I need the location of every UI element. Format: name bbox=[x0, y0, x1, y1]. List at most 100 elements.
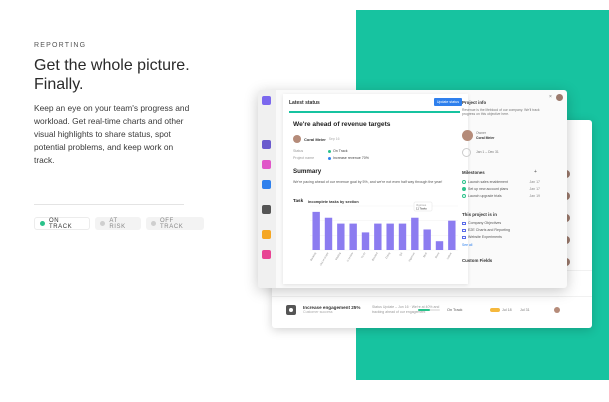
sidebar-project-icon[interactable] bbox=[262, 180, 271, 189]
row-subtitle: Customer success bbox=[303, 310, 333, 314]
avatar bbox=[554, 306, 560, 313]
chart-bar[interactable] bbox=[374, 223, 382, 250]
summary-heading: Summary bbox=[293, 168, 322, 175]
milestone-date: Jan 17 bbox=[529, 187, 540, 191]
tasks-bar-chart: Incomplete tasks by section Backlog Out o… bbox=[308, 200, 458, 266]
project-info-heading: Project info bbox=[462, 100, 487, 105]
x-tick-label: In review bbox=[345, 251, 354, 262]
status-label: OFF TRACK bbox=[160, 217, 184, 230]
portfolio-label: Company Objectives bbox=[468, 221, 502, 225]
row-status: On Track bbox=[447, 307, 463, 312]
chart-bar[interactable] bbox=[411, 217, 419, 250]
milestone-date: Jan 19 bbox=[529, 194, 540, 198]
progress-bar bbox=[418, 308, 440, 311]
app-icon[interactable] bbox=[262, 96, 271, 105]
latest-status-panel: Latest status Update status We're ahead … bbox=[283, 94, 468, 284]
project-dates: Jan 1 – Dec 31 bbox=[476, 150, 499, 154]
x-tick-label: Out of scope bbox=[319, 251, 330, 266]
author-date: Sep 16 bbox=[328, 137, 340, 141]
status-selector: ON TRACK AT RISK OFF TRACK bbox=[34, 217, 204, 230]
row-title-block: Increase engagement 25% Customer success bbox=[303, 305, 360, 314]
status-tag bbox=[490, 307, 500, 312]
sidebar-project-icon[interactable] bbox=[262, 140, 271, 149]
project-icon bbox=[286, 304, 296, 315]
status-color-line bbox=[289, 111, 460, 113]
status-at-risk-button[interactable]: AT RISK bbox=[95, 217, 142, 230]
headline-line-2: Finally. bbox=[34, 76, 84, 93]
sidebar bbox=[258, 90, 276, 288]
status-dot-icon bbox=[40, 221, 45, 226]
chart-grid bbox=[310, 205, 458, 251]
chart-bar[interactable] bbox=[349, 223, 357, 250]
portfolio-label: E2E Charts and Reporting bbox=[468, 228, 510, 232]
sidebar-project-icon[interactable] bbox=[262, 205, 271, 214]
chart-bar[interactable] bbox=[361, 232, 370, 250]
milestone-date: Jan 17 bbox=[529, 180, 540, 184]
portfolio-link[interactable]: Company Objectives bbox=[462, 221, 501, 225]
sidebar-project-icon[interactable] bbox=[262, 230, 271, 239]
x-tick-label: Waiting bbox=[334, 251, 342, 261]
chart-bars bbox=[312, 211, 456, 250]
portfolio-icon bbox=[462, 221, 466, 225]
status-on-track-button[interactable]: ON TRACK bbox=[34, 217, 91, 230]
portfolio-icon bbox=[462, 235, 466, 239]
project-value[interactable]: Increase revenue 70% bbox=[333, 156, 369, 160]
chart-bar[interactable] bbox=[324, 217, 333, 250]
chart-bar[interactable] bbox=[337, 223, 345, 250]
milestone-label: Set up new account plans bbox=[468, 187, 509, 191]
project-field-label: Project name bbox=[293, 156, 315, 160]
section-eyebrow: REPORTING bbox=[34, 42, 87, 49]
status-value: On Track bbox=[333, 149, 348, 153]
table-row[interactable]: Increase engagement 25% Customer success… bbox=[272, 296, 592, 322]
portfolios-heading: This project is in bbox=[462, 212, 497, 217]
avatar bbox=[293, 135, 301, 143]
milestone-check-icon bbox=[462, 187, 466, 191]
x-tick-label: QA bbox=[398, 251, 403, 256]
custom-fields-heading: Custom Fields bbox=[462, 258, 493, 263]
chart-bar[interactable] bbox=[423, 229, 431, 250]
author-name: Coral Meier bbox=[304, 136, 326, 142]
chart-bar[interactable] bbox=[398, 223, 407, 250]
status-author: Coral Meier Sep 16 bbox=[293, 135, 340, 143]
owner-name: Coral Meier bbox=[476, 136, 495, 140]
update-status-button[interactable]: Update status bbox=[433, 98, 462, 106]
status-label: AT RISK bbox=[109, 217, 126, 230]
status-heading: We're ahead of revenue targets bbox=[293, 121, 391, 128]
status-field-value: On Track bbox=[328, 149, 348, 153]
milestone-item[interactable]: Set up new account plans Jan 17 bbox=[462, 187, 542, 191]
chart-bar[interactable] bbox=[448, 220, 456, 250]
sidebar-project-icon[interactable] bbox=[262, 160, 271, 169]
summary-text: We're pacing ahead of our revenue goal b… bbox=[293, 180, 443, 184]
project-info-panel: Project info Revenue is the lifeblood of… bbox=[462, 94, 550, 284]
milestone-icon bbox=[462, 194, 466, 198]
portfolio-link[interactable]: E2E Charts and Reporting bbox=[462, 228, 510, 232]
portfolio-link[interactable]: Website Experiments bbox=[462, 235, 502, 239]
chart-bar[interactable] bbox=[312, 211, 320, 250]
milestones-heading: Milestones bbox=[462, 170, 485, 175]
project-field-value: Increase revenue 70% bbox=[328, 156, 369, 160]
close-icon[interactable]: × bbox=[549, 94, 552, 100]
status-label: ON TRACK bbox=[48, 217, 73, 230]
chart-bar[interactable] bbox=[386, 223, 394, 250]
x-tick-label: Vigorous bbox=[407, 251, 416, 262]
chart-bar[interactable] bbox=[435, 241, 444, 250]
avatar bbox=[556, 94, 563, 101]
sidebar-project-icon[interactable] bbox=[262, 250, 271, 259]
milestone-label: Launch upgrade trials bbox=[468, 194, 502, 198]
x-tick-label: Doing bbox=[384, 251, 391, 259]
status-dot-icon bbox=[328, 149, 331, 153]
see-all-link[interactable]: See all bbox=[462, 243, 472, 247]
milestone-item[interactable]: Launch sales enablement Jan 17 bbox=[462, 180, 542, 184]
tooltip-value: 11 Tasks bbox=[416, 207, 427, 211]
x-tick-label: Backlog bbox=[309, 251, 317, 261]
milestone-item[interactable]: Launch upgrade trials Jan 19 bbox=[462, 194, 542, 198]
status-off-track-button[interactable]: OFF TRACK bbox=[146, 217, 204, 230]
milestone-icon bbox=[462, 180, 466, 184]
row-date: Jul 18 bbox=[502, 307, 512, 312]
add-milestone-icon[interactable]: + bbox=[534, 169, 537, 175]
x-tick-label: Blocked bbox=[371, 251, 379, 261]
status-dot-icon bbox=[100, 221, 106, 226]
panel-title: Latest status bbox=[289, 100, 320, 106]
chart-tooltip: Vigorous 11 Tasks bbox=[413, 201, 433, 212]
divider bbox=[34, 204, 184, 205]
